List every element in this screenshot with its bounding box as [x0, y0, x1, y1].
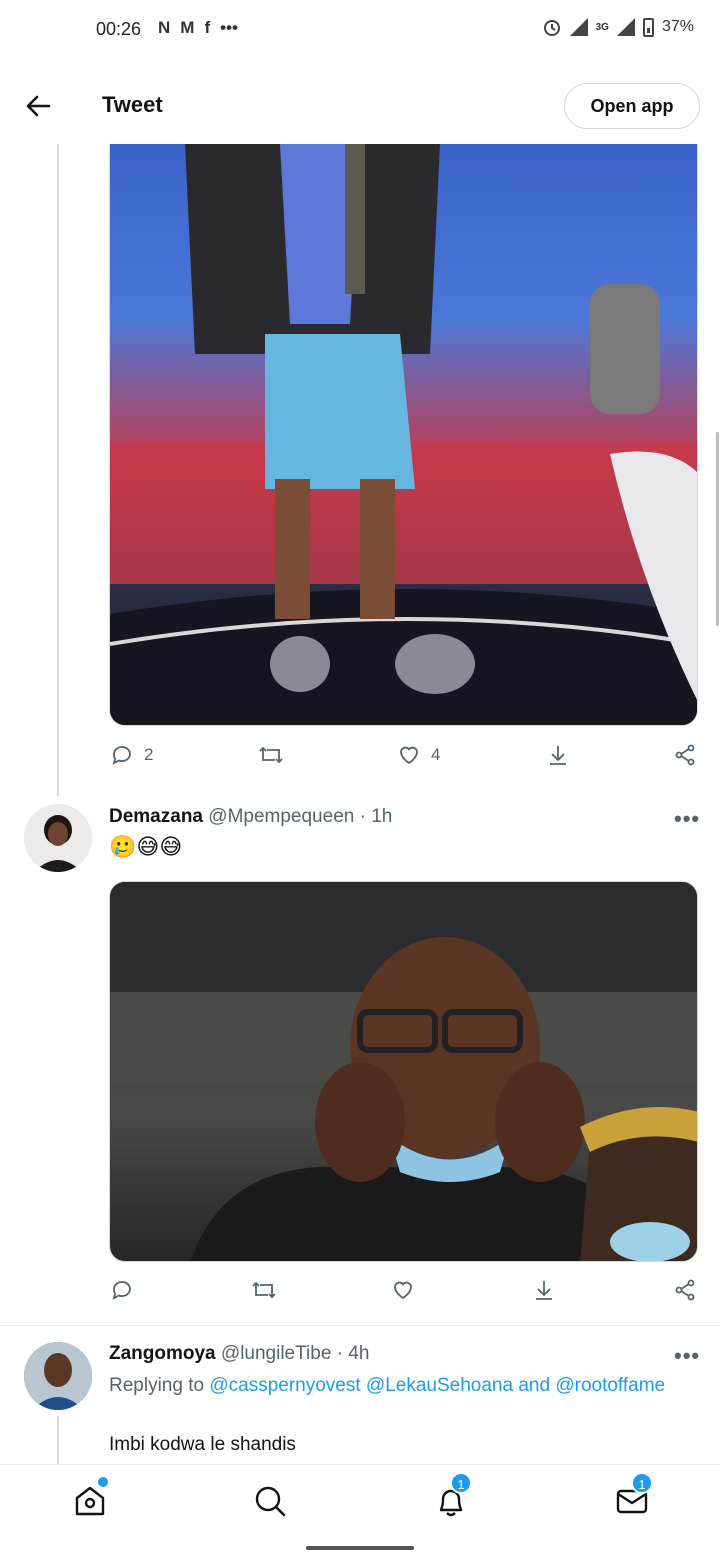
thread-line — [57, 144, 59, 796]
alarm-icon — [543, 20, 560, 36]
scrollbar[interactable] — [716, 432, 719, 626]
heart-icon — [400, 746, 418, 765]
top-bar: Tweet Open app — [0, 70, 720, 144]
gesture-bar[interactable] — [306, 1546, 414, 1550]
nav-search[interactable] — [252, 1483, 288, 1519]
search-icon — [255, 1486, 286, 1517]
avatar[interactable] — [24, 1342, 92, 1410]
status-right: 3G 37% — [542, 17, 694, 37]
status-bar: 00:26 N M f ••• 3G 37% — [0, 0, 720, 60]
replying-to: Replying to @casspernyovest @LekauSehoan… — [109, 1372, 669, 1400]
tweet-author[interactable]: Zangomoya @lungileTibe · 4h — [109, 1343, 369, 1365]
portrait-photo-illustration — [110, 882, 697, 1261]
share-button[interactable] — [546, 743, 570, 767]
download-icon — [536, 1281, 552, 1300]
notification-icons: N M f ••• — [158, 18, 238, 38]
reply-icon — [112, 746, 131, 765]
gmail-icon: M — [180, 18, 195, 37]
mention-and[interactable]: and — [518, 1375, 550, 1396]
open-app-button[interactable]: Open app — [564, 83, 700, 129]
tweet-text: Imbi kodwa le shandis — [109, 1434, 296, 1455]
battery-level: 37% — [661, 18, 694, 35]
thread-line — [57, 1416, 59, 1464]
like-button[interactable] — [391, 1278, 415, 1302]
more-options-icon[interactable]: ••• — [674, 1343, 700, 1369]
more-options-icon[interactable]: ••• — [674, 806, 700, 832]
share-icon — [675, 1279, 695, 1301]
share-icon — [675, 744, 695, 766]
retweet-button[interactable] — [250, 1278, 278, 1302]
retweet-icon — [259, 746, 283, 764]
share-button[interactable] — [532, 1278, 556, 1302]
display-name: Demazana — [109, 806, 203, 827]
status-time: 00:26 — [96, 19, 142, 39]
network-type: 3G — [595, 21, 609, 33]
timestamp: · 1h — [359, 806, 393, 827]
signal-icon-2 — [616, 18, 635, 36]
reply-button[interactable]: 2 — [110, 743, 153, 767]
nav-messages[interactable]: 1 — [614, 1472, 653, 1519]
timestamp: · 4h — [336, 1343, 370, 1364]
messages-badge: 1 — [631, 1472, 653, 1494]
new-content-dot — [98, 1477, 108, 1487]
heart-icon — [394, 1281, 412, 1300]
like-count: 4 — [431, 745, 441, 764]
mention-link[interactable]: @casspernyovest — [209, 1375, 360, 1396]
reply-count: 2 — [144, 745, 154, 764]
back-arrow-icon[interactable] — [22, 90, 54, 122]
notifications-badge: 1 — [450, 1472, 472, 1494]
tweet-author[interactable]: Demazana @Mpempequeen · 1h — [109, 806, 392, 828]
more-notifications-icon: ••• — [220, 18, 238, 37]
battery-icon — [642, 17, 654, 37]
reply-button[interactable] — [110, 1278, 134, 1302]
divider — [0, 1325, 720, 1326]
mention-link[interactable]: @LekauSehoana — [366, 1375, 513, 1396]
avatar-image — [24, 1342, 92, 1410]
home-icon — [75, 1486, 105, 1516]
bottom-navigation: 1 1 — [0, 1464, 720, 1536]
notification-icon: N — [158, 18, 171, 37]
facebook-icon: f — [204, 18, 211, 37]
like-button[interactable]: 4 — [397, 743, 440, 767]
mention-link[interactable]: @rootoffame — [555, 1375, 665, 1396]
replying-to-label: Replying to — [109, 1375, 205, 1396]
page-title: Tweet — [102, 92, 163, 117]
retweet-button[interactable] — [257, 743, 285, 767]
nav-home[interactable] — [72, 1477, 108, 1519]
download-icon — [550, 746, 566, 765]
network-share-button[interactable] — [673, 1278, 697, 1302]
tweet-photo-studio[interactable] — [109, 144, 698, 726]
nav-notifications[interactable]: 1 — [433, 1472, 472, 1519]
retweet-icon — [252, 1281, 276, 1299]
tweet-text: 🥲😅😅 — [109, 834, 183, 859]
handle: @lungileTibe — [220, 1343, 332, 1364]
tweet-actions-2 — [0, 1278, 720, 1308]
handle: @Mpempequeen — [208, 806, 355, 827]
network-share-button[interactable] — [673, 743, 697, 767]
tweet-photo-portrait[interactable] — [109, 881, 698, 1262]
display-name: Zangomoya — [109, 1343, 216, 1364]
tweet-actions: 2 4 — [0, 743, 720, 773]
studio-photo-illustration — [110, 144, 697, 725]
signal-icon — [569, 18, 588, 36]
reply-icon — [112, 1281, 131, 1300]
avatar[interactable] — [24, 804, 92, 872]
avatar-image — [24, 804, 92, 872]
